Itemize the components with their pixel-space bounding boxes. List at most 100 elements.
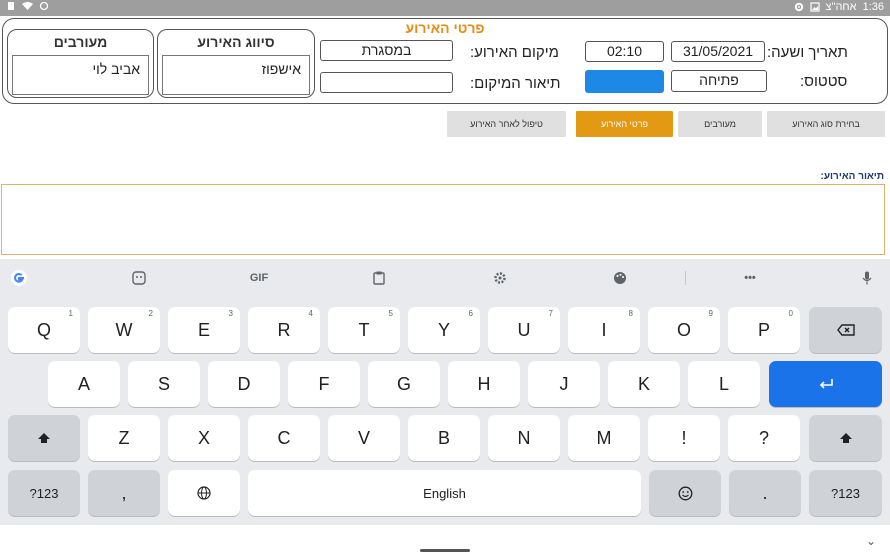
involved-box: מעורבים אביב לוי	[7, 29, 154, 98]
battery-icon	[8, 2, 14, 10]
key-x-label: X	[197, 427, 210, 448]
settings-icon[interactable]	[489, 267, 511, 289]
enter-key[interactable]	[769, 361, 882, 407]
key-q-hint: 1	[68, 309, 73, 318]
sticker-icon[interactable]	[128, 267, 150, 289]
tab-involved[interactable]: מעורבים	[678, 111, 762, 137]
key-h-label: H	[477, 373, 491, 394]
description-label: תיאור האירוע:	[820, 171, 884, 182]
key-e[interactable]: E3	[168, 307, 240, 353]
key-q[interactable]: Q1	[8, 307, 80, 353]
symbols-key[interactable]: ?123	[8, 470, 80, 516]
key-exclamation[interactable]: !	[648, 415, 720, 461]
key-b[interactable]: B	[408, 415, 480, 461]
shift-icon	[38, 433, 50, 443]
key-z-label: Z	[118, 427, 130, 448]
mic-icon[interactable]	[856, 267, 878, 289]
wifi-icon	[22, 2, 33, 10]
key-g[interactable]: G	[368, 361, 440, 407]
language-key[interactable]	[168, 470, 240, 516]
enter-icon	[819, 379, 833, 389]
status-action-button[interactable]	[585, 70, 664, 93]
involved-title: מעורבים	[53, 34, 108, 50]
date-field[interactable]: 31/05/2021	[671, 41, 765, 62]
key-x[interactable]: X	[168, 415, 240, 461]
gif-icon[interactable]: GIF	[248, 267, 270, 289]
period-key-label: .	[762, 482, 768, 503]
key-c[interactable]: C	[248, 415, 320, 461]
key-question-label: ?	[758, 427, 769, 448]
backspace-key[interactable]	[809, 307, 882, 353]
location-description-field[interactable]	[320, 72, 453, 93]
key-l[interactable]: L	[688, 361, 760, 407]
key-question[interactable]: ?	[728, 415, 800, 461]
emoji-icon	[678, 486, 692, 500]
home-handle[interactable]	[420, 549, 470, 552]
chevron-down-icon[interactable]: ⌄	[866, 534, 876, 548]
key-d-label: D	[237, 373, 251, 394]
google-icon[interactable]	[8, 267, 30, 289]
more-icon[interactable]: •••	[739, 267, 761, 289]
shift-key-right[interactable]	[809, 415, 882, 461]
app-screen: 1:36 אחה"צ פרטי האירוע מעורבים אביב לוי …	[0, 0, 890, 556]
period-key[interactable]: .	[729, 470, 801, 516]
key-m[interactable]: M	[568, 415, 640, 461]
status-field[interactable]: פתיחה	[671, 70, 767, 92]
comma-key[interactable]: ,	[88, 470, 160, 516]
space-key[interactable]: English	[248, 470, 641, 516]
key-g-label: G	[396, 373, 411, 394]
toolbar-divider	[685, 271, 686, 285]
key-j-label: J	[559, 373, 569, 394]
key-k[interactable]: K	[608, 361, 680, 407]
comma-key-label: ,	[121, 482, 127, 503]
key-k-label: K	[637, 373, 650, 394]
tab-event-details[interactable]: פרטי האירוע	[576, 111, 673, 137]
shift-key[interactable]	[8, 415, 80, 461]
description-textarea[interactable]	[1, 184, 885, 255]
key-y[interactable]: Y6	[408, 307, 480, 353]
status-time: 1:36	[862, 1, 884, 13]
key-o-hint: 9	[708, 309, 713, 318]
key-a[interactable]: A	[48, 361, 120, 407]
key-w[interactable]: W2	[88, 307, 160, 353]
symbols-key-right[interactable]: ?123	[809, 470, 882, 516]
status-label: סטטוס:	[800, 73, 848, 90]
key-v[interactable]: V	[328, 415, 400, 461]
key-q-label: Q	[36, 319, 51, 340]
key-i[interactable]: I8	[568, 307, 640, 353]
involved-field[interactable]: אביב לוי	[12, 55, 149, 95]
key-w-hint: 2	[148, 309, 153, 318]
key-t[interactable]: T5	[328, 307, 400, 353]
key-n[interactable]: N	[488, 415, 560, 461]
key-f[interactable]: F	[288, 361, 360, 407]
key-d[interactable]: D	[208, 361, 280, 407]
key-e-hint: 3	[228, 309, 233, 318]
key-u[interactable]: U7	[488, 307, 560, 353]
key-u-hint: 7	[548, 309, 553, 318]
backspace-icon	[836, 324, 855, 336]
key-r[interactable]: R4	[248, 307, 320, 353]
key-s-label: S	[157, 373, 170, 394]
key-o-label: O	[676, 319, 691, 340]
key-a-label: A	[77, 373, 90, 394]
tab-event-type[interactable]: בחירת סוג האירוע	[767, 111, 885, 137]
location-description-label: תיאור המיקום:	[470, 75, 561, 92]
key-j[interactable]: J	[528, 361, 600, 407]
key-z[interactable]: Z	[88, 415, 160, 461]
location-field[interactable]: במסגרת	[320, 40, 453, 61]
key-h[interactable]: H	[448, 361, 520, 407]
key-s[interactable]: S	[128, 361, 200, 407]
clipboard-icon[interactable]	[368, 267, 390, 289]
key-o[interactable]: O9	[648, 307, 720, 353]
symbols-key-label: ?123	[29, 485, 59, 501]
key-u-label: U	[517, 319, 531, 340]
palette-icon[interactable]	[609, 267, 631, 289]
key-r-hint: 4	[308, 309, 313, 318]
time-field[interactable]: 02:10	[585, 41, 664, 62]
tab-post-event-care[interactable]: טיפול לאחר האירוע	[447, 111, 566, 137]
event-class-field[interactable]: אישפוז	[162, 55, 310, 95]
key-p-label: P	[757, 319, 770, 340]
emoji-key[interactable]	[649, 470, 721, 516]
key-t-hint: 5	[388, 309, 393, 318]
key-p[interactable]: P0	[728, 307, 800, 353]
